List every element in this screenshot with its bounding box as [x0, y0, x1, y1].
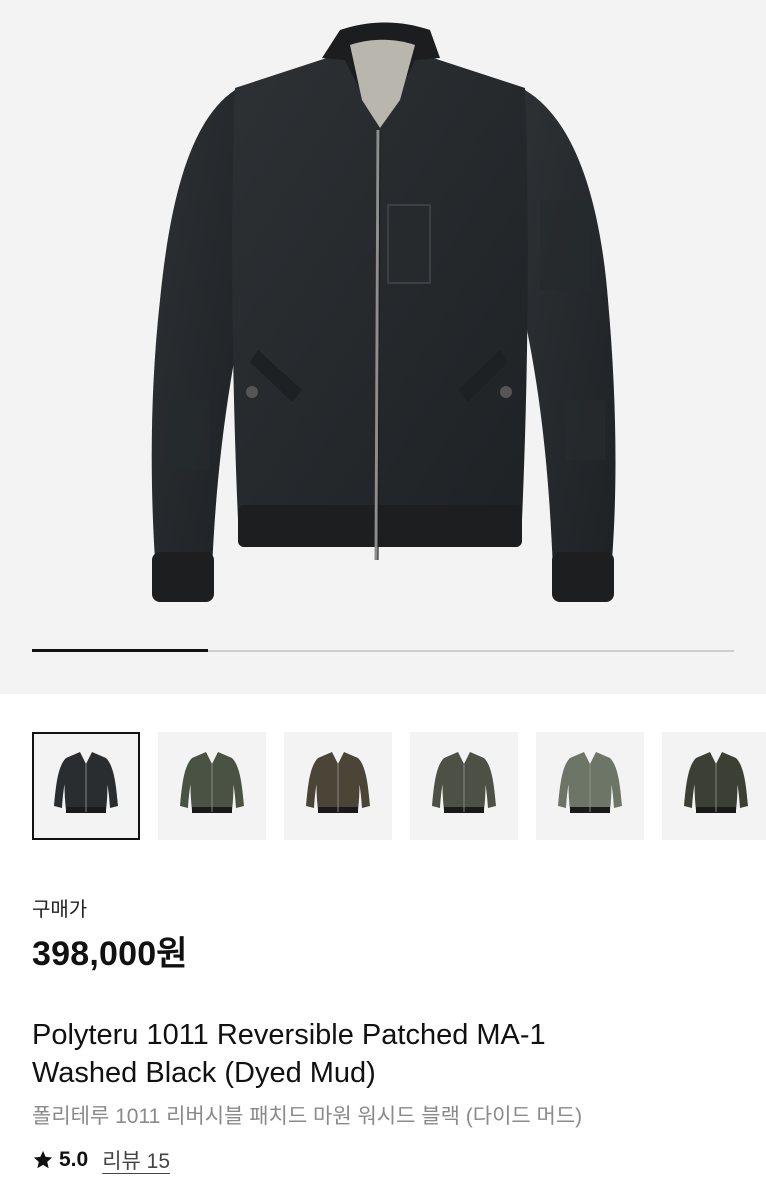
rating-row: 5.0 리뷰 15	[32, 1146, 170, 1174]
image-carousel-progress-fill	[32, 649, 208, 652]
jacket-thumbnail-icon	[558, 752, 622, 813]
price-label: 구매가	[32, 899, 88, 921]
reviews-link[interactable]: 리뷰 15	[102, 1145, 170, 1175]
star-icon	[33, 1150, 53, 1169]
thumb-olive-2[interactable]	[410, 732, 518, 840]
product-main-image[interactable]	[0, 0, 766, 694]
jacket-thumbnail-icon	[684, 752, 748, 813]
product-title-line-2: Washed Black (Dyed Mud)	[32, 1057, 376, 1089]
jacket-illustration	[151, 22, 616, 602]
color-variant-thumbnails	[32, 732, 766, 842]
jacket-thumbnail-icon	[432, 752, 496, 813]
jacket-thumbnail-icon	[54, 752, 118, 813]
thumb-olive-1[interactable]	[158, 732, 266, 840]
product-title-english: Polyteru 1011 Reversible Patched MA-1 Wa…	[32, 1016, 732, 1092]
jacket-thumbnail-icon	[306, 752, 370, 813]
thumb-sage[interactable]	[536, 732, 644, 840]
image-carousel-progress	[32, 649, 734, 652]
rating-score: 5.0	[59, 1148, 89, 1171]
jacket-thumbnail-icon	[180, 752, 244, 813]
product-title-line-1: Polyteru 1011 Reversible Patched MA-1	[32, 1019, 546, 1051]
thumb-washed-black[interactable]	[32, 732, 140, 840]
price-value: 398,000원	[32, 935, 188, 973]
thumb-mud-brown[interactable]	[284, 732, 392, 840]
product-title-korean: 폴리테루 1011 리버시블 패치드 마원 워시드 블랙 (다이드 머드)	[32, 1105, 583, 1128]
thumb-dark-olive[interactable]	[662, 732, 766, 840]
